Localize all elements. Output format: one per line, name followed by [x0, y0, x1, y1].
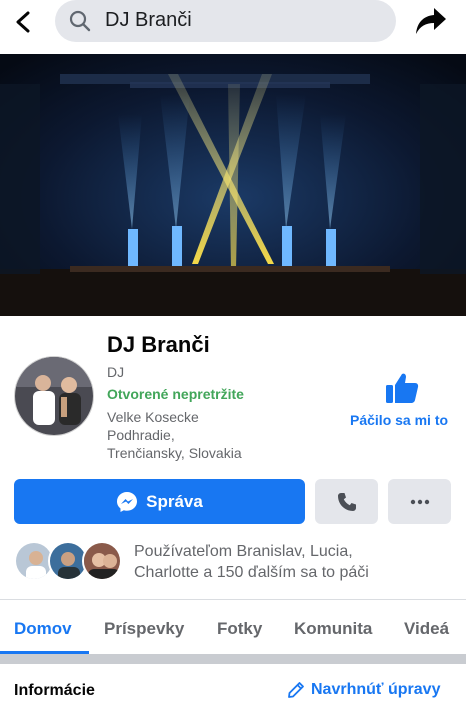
message-label: Správa	[146, 491, 203, 511]
search-bar[interactable]: DJ Branči	[55, 0, 396, 42]
back-button[interactable]	[10, 8, 38, 36]
like-label: Páčilo sa mi to	[350, 412, 449, 428]
pencil-icon	[288, 682, 304, 698]
tab-home[interactable]: Domov	[14, 619, 72, 639]
tab-photos[interactable]: Fotky	[217, 619, 262, 639]
share-button[interactable]	[414, 6, 448, 36]
suggest-edit-label: Navrhnúť úpravy	[311, 681, 441, 698]
divider	[0, 599, 466, 600]
page-avatar[interactable]	[14, 356, 94, 436]
messenger-icon	[117, 491, 138, 512]
message-button[interactable]: Správa	[14, 479, 305, 524]
section-separator	[0, 654, 466, 664]
thumbs-up-icon	[386, 373, 419, 403]
friend-avatars[interactable]	[14, 541, 122, 581]
tab-community[interactable]: Komunita	[294, 619, 372, 639]
address-line: Podhradie,	[107, 427, 175, 443]
back-arrow-icon	[16, 11, 30, 33]
address-line: Trenčiansky, Slovakia	[107, 445, 242, 461]
open-status: Otvorené nepretržite	[107, 386, 244, 402]
top-bar: DJ Branči	[0, 0, 466, 50]
likes-summary-line: Používateľom Branislav, Lucia,	[134, 543, 353, 560]
more-dots-icon	[410, 499, 429, 504]
likes-summary[interactable]: Používateľom Branislav, Lucia, Charlotte…	[134, 541, 369, 583]
like-button[interactable]: Páčilo sa mi to	[346, 372, 460, 434]
cover-photo[interactable]	[0, 54, 466, 316]
likes-summary-line: Charlotte a 150 ďalším sa to páči	[134, 564, 369, 581]
call-button[interactable]	[315, 479, 378, 524]
search-icon	[69, 10, 91, 32]
phone-icon	[337, 492, 356, 511]
info-section-title: Informácie	[14, 682, 95, 699]
stage-lights-image	[0, 54, 466, 316]
profile-photo-image	[15, 357, 93, 435]
tab-posts[interactable]: Príspevky	[104, 619, 184, 639]
friend-avatar	[82, 541, 122, 581]
more-options-button[interactable]	[388, 479, 451, 524]
page-address: Velke Kosecke Podhradie, Trenčiansky, Sl…	[107, 408, 242, 462]
page-category: DJ	[107, 364, 125, 380]
page-title: DJ Branči	[107, 332, 210, 357]
search-query: DJ Branči	[105, 9, 192, 31]
address-line: Velke Kosecke	[107, 409, 199, 425]
share-icon	[416, 8, 446, 34]
tab-videos[interactable]: Videá	[404, 619, 449, 639]
suggest-edit-button[interactable]: Navrhnúť úpravy	[287, 681, 440, 699]
